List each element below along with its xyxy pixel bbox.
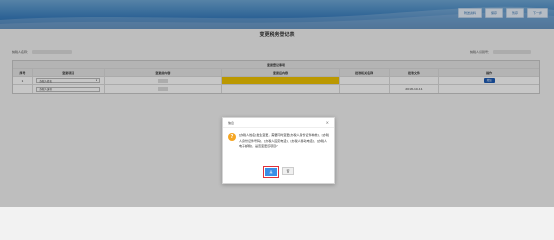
dialog-body: ? [办税人姓名]发生变更，需要同时变更[办税人身份证件种类]、[办税人身份证件… <box>223 128 334 150</box>
yes-highlight: 是 <box>263 166 279 178</box>
dialog-title: 信息 <box>228 120 235 125</box>
dialog-message: [办税人姓名]发生变更，需要同时变更[办税人身份证件种类]、[办税人身份证件号码… <box>239 133 329 148</box>
question-icon: ? <box>228 133 236 141</box>
yes-button[interactable]: 是 <box>265 168 277 176</box>
close-icon[interactable]: × <box>326 120 329 125</box>
confirm-dialog: 信息 × ? [办税人姓名]发生变更，需要同时变更[办税人身份证件种类]、[办税… <box>222 117 335 184</box>
dialog-header: 信息 × <box>223 118 334 128</box>
no-button[interactable]: 否 <box>282 167 294 175</box>
dialog-footer: 是 否 <box>223 166 334 178</box>
